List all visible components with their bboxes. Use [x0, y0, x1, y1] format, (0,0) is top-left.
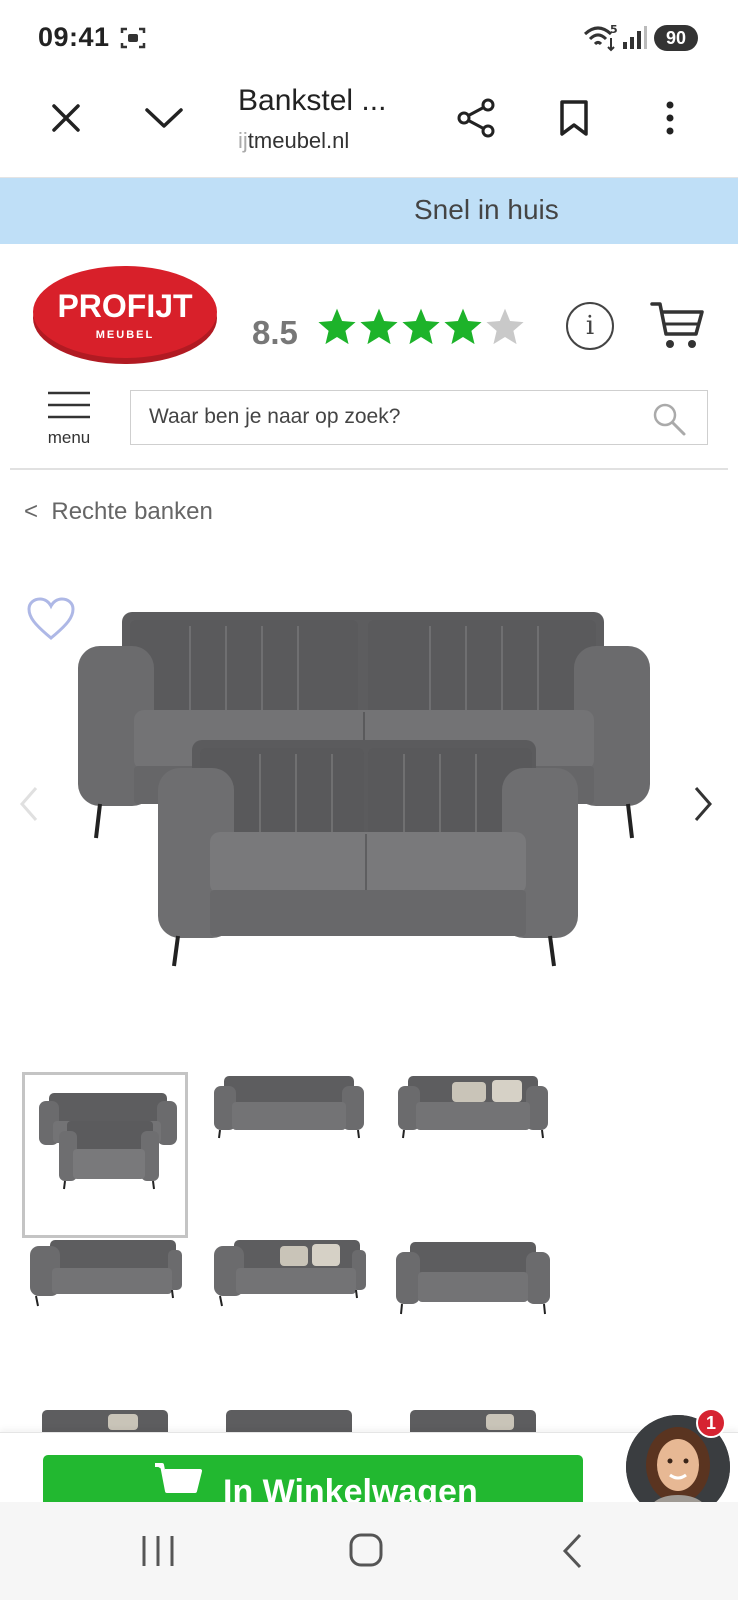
network-type-label: 5 — [610, 24, 618, 36]
chevron-right-icon — [694, 787, 712, 821]
browser-toolbar: Bankstel ... ijtmeubel.nl — [0, 70, 738, 178]
add-to-cart-label: In Winkelwagen — [223, 1473, 478, 1503]
back-arrow-icon: < — [24, 498, 39, 525]
logo-subtext: MEUBEL — [96, 329, 154, 341]
product-thumbnail[interactable] — [206, 1072, 372, 1238]
recent-apps-icon — [142, 1536, 174, 1566]
hamburger-icon — [48, 391, 90, 419]
gallery-next-button[interactable] — [690, 784, 716, 829]
info-button[interactable]: i — [566, 302, 614, 350]
wishlist-heart-icon[interactable] — [26, 596, 76, 647]
product-thumbnail[interactable] — [206, 1236, 372, 1402]
recent-apps-button[interactable] — [140, 1534, 176, 1573]
screenshot-icon — [120, 26, 146, 55]
share-button[interactable] — [446, 88, 506, 148]
search-box[interactable] — [130, 390, 708, 445]
rating-stars[interactable] — [316, 306, 526, 348]
search-input[interactable] — [149, 391, 629, 443]
star-filled-icon — [360, 308, 398, 345]
site-logo[interactable]: PROFIJT MEUBEL — [30, 262, 220, 375]
product-thumbnail[interactable] — [390, 1400, 556, 1432]
logo-text: PROFIJT — [57, 288, 193, 324]
chevron-left-icon — [20, 787, 38, 821]
star-filled-icon — [318, 308, 356, 345]
star-filled-icon — [402, 308, 440, 345]
home-button[interactable] — [348, 1532, 384, 1573]
battery-indicator: 90 — [654, 25, 698, 51]
share-icon — [457, 98, 495, 138]
cart-button[interactable] — [650, 300, 706, 357]
product-thumbnail[interactable] — [22, 1400, 188, 1432]
bookmark-button[interactable] — [544, 88, 604, 148]
chat-notification-badge: 1 — [696, 1408, 726, 1438]
close-tab-button[interactable] — [36, 88, 96, 148]
product-thumbnail[interactable] — [22, 1236, 188, 1402]
cart-icon — [155, 1463, 202, 1493]
rating-score: 8.5 — [252, 314, 298, 351]
page-title: Bankstel ... — [238, 84, 387, 117]
chevron-down-icon — [145, 108, 183, 128]
signal-icon — [622, 26, 648, 55]
promo-banner[interactable]: Snel in huis — [0, 178, 738, 244]
system-navigation-bar — [0, 1502, 738, 1600]
product-thumbnail[interactable] — [390, 1072, 556, 1238]
status-bar: 09:41 5 90 — [0, 0, 738, 70]
wifi-icon: 5 — [583, 23, 619, 57]
page-domain: ijtmeubel.nl — [238, 128, 349, 154]
minimize-tab-button[interactable] — [134, 88, 194, 148]
gallery-prev-button[interactable] — [16, 784, 42, 829]
close-icon — [52, 104, 80, 132]
star-filled-icon — [444, 308, 482, 345]
product-main-image[interactable] — [70, 606, 670, 1006]
promo-text: Snel in huis — [414, 194, 559, 225]
back-button[interactable] — [560, 1532, 584, 1575]
back-icon — [562, 1533, 582, 1569]
page-domain-faded: ij — [238, 128, 248, 153]
menu-label: menu — [47, 428, 91, 447]
menu-button[interactable]: menu — [44, 390, 94, 454]
sofa-two-seater-image — [158, 740, 578, 967]
add-to-cart-button[interactable]: In Winkelwagen — [43, 1455, 583, 1503]
product-thumbnail[interactable] — [390, 1236, 556, 1402]
more-options-button[interactable] — [640, 88, 700, 148]
header-divider — [10, 468, 728, 470]
status-time: 09:41 — [38, 22, 110, 52]
info-icon: i — [585, 311, 595, 341]
search-icon[interactable] — [651, 401, 687, 442]
more-vertical-icon — [666, 101, 674, 135]
product-thumbnail[interactable] — [22, 1072, 188, 1238]
breadcrumb[interactable]: < Rechte banken — [24, 498, 213, 526]
product-thumbnail[interactable] — [206, 1400, 372, 1432]
cart-icon — [650, 302, 704, 348]
star-empty-icon — [486, 308, 524, 345]
breadcrumb-link[interactable]: Rechte banken — [51, 498, 212, 525]
home-icon — [349, 1533, 383, 1567]
page-domain-main: tmeubel.nl — [247, 128, 350, 153]
bookmark-icon — [560, 100, 588, 136]
